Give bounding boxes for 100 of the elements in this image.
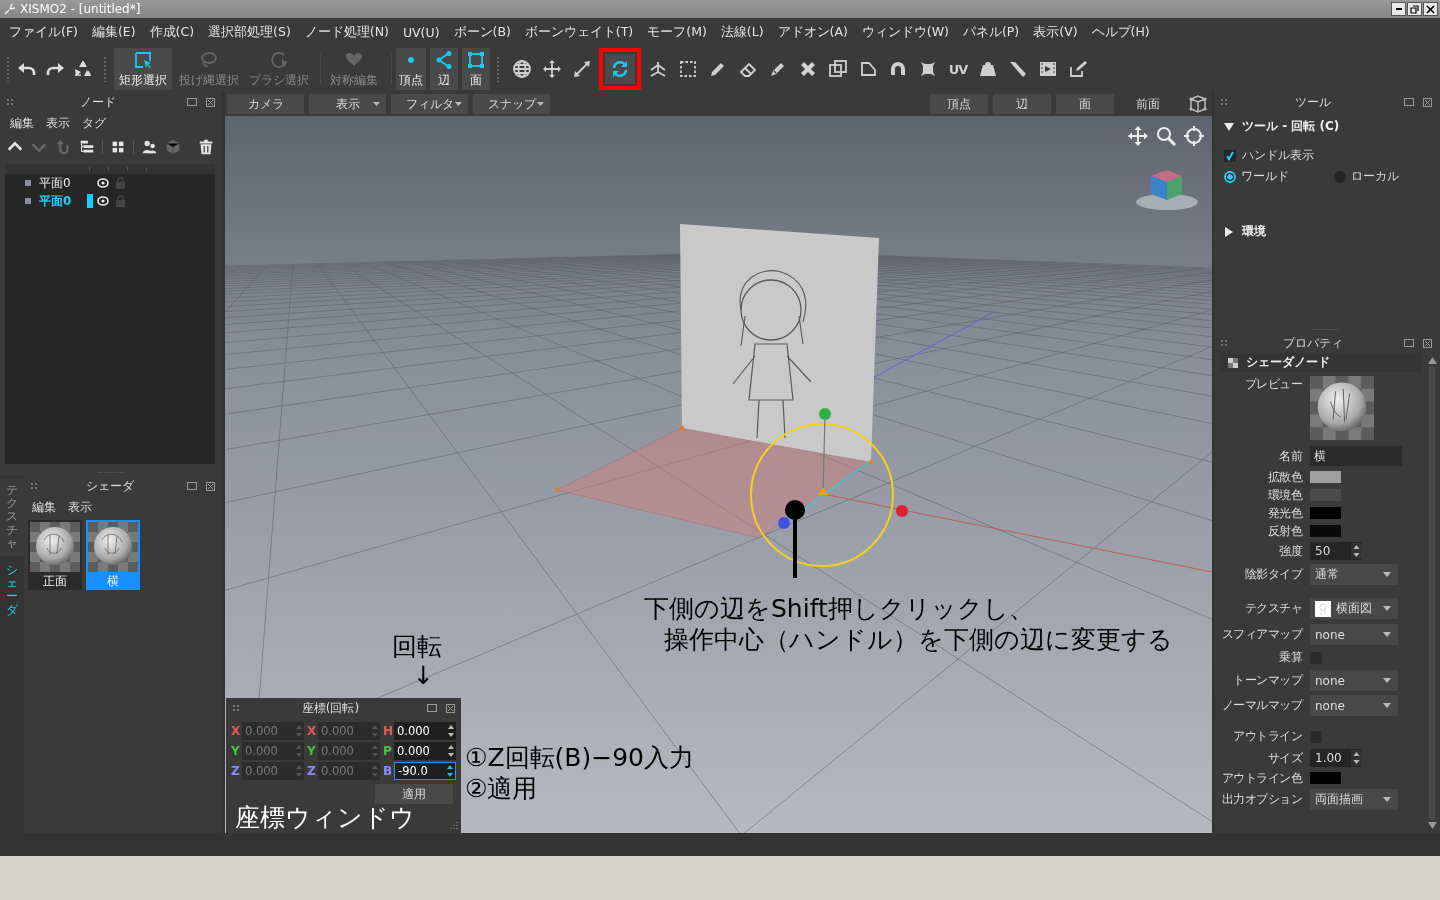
floor-plane[interactable] xyxy=(556,427,872,539)
viewport-menu-button[interactable]: フィルタ xyxy=(391,94,468,114)
shader-item[interactable]: 正面 xyxy=(28,520,82,590)
caret-icon xyxy=(537,102,544,106)
menu-item[interactable]: ノード処理(N) xyxy=(297,23,396,41)
scroll-down-icon[interactable] xyxy=(1427,822,1437,829)
recycle-icon[interactable] xyxy=(73,59,93,79)
node-item[interactable]: 平面0 xyxy=(5,192,215,210)
number-field[interactable]: 0.000 xyxy=(394,742,456,760)
section-header[interactable]: ツール - 回転 (C) xyxy=(1214,114,1438,139)
view-mode-button[interactable]: 頂点 xyxy=(930,94,988,114)
menu-item[interactable]: パネル(P) xyxy=(955,23,1027,41)
selection-mode-button[interactable]: 矩形選択 xyxy=(114,48,172,90)
section-header[interactable]: 環境 xyxy=(1214,219,1438,244)
zoom-icon[interactable] xyxy=(1156,126,1176,146)
people-icon[interactable] xyxy=(140,138,158,156)
toolbar-grip[interactable] xyxy=(496,56,500,82)
resize-grip-icon[interactable] xyxy=(449,821,458,830)
color-swatch[interactable] xyxy=(1310,471,1341,483)
toolbar-grip[interactable] xyxy=(103,56,107,82)
menu-item[interactable]: ヘルプ(H) xyxy=(1084,23,1157,41)
spin-arrows-icon[interactable] xyxy=(1351,543,1362,559)
panel-menu-item[interactable]: 編集 xyxy=(32,498,56,516)
menu-item[interactable]: UV(U) xyxy=(395,24,447,40)
close-button[interactable] xyxy=(1423,2,1438,16)
menu-item[interactable]: モーフ(M) xyxy=(640,23,714,41)
rotate-icon[interactable] xyxy=(605,54,635,84)
view-mode-button[interactable]: 辺 xyxy=(993,94,1051,114)
panel-grip[interactable] xyxy=(232,704,240,712)
dropdown[interactable]: 通常 xyxy=(1310,564,1398,585)
name-field[interactable]: 横 xyxy=(1310,446,1402,466)
axis-label: Y xyxy=(231,744,241,758)
toolbar-grip[interactable] xyxy=(6,56,10,82)
panel-menu-item[interactable]: 編集 xyxy=(10,114,34,132)
rotate-gizmo[interactable] xyxy=(750,408,908,567)
spin-arrows-icon[interactable] xyxy=(446,743,456,759)
spin-arrows-icon[interactable] xyxy=(1351,750,1362,766)
dropdown[interactable]: none xyxy=(1310,695,1398,716)
number-field[interactable]: 0.000 xyxy=(394,722,456,740)
property-label: 発光色 xyxy=(1266,504,1302,522)
uv-tool-button[interactable]: UV xyxy=(943,54,973,84)
orbit-icon[interactable] xyxy=(1184,126,1204,146)
spin-arrows-icon[interactable] xyxy=(446,723,456,739)
dropdown[interactable]: none xyxy=(1310,670,1398,691)
checkbox[interactable] xyxy=(1224,149,1236,162)
dropdown[interactable]: 横面図 xyxy=(1310,598,1398,619)
panel-menu-item[interactable]: 表示 xyxy=(46,114,70,132)
viewport-menu-button[interactable]: スナップ xyxy=(473,94,550,114)
menu-item[interactable]: ウィンドウ(W) xyxy=(854,23,956,41)
color-swatch[interactable] xyxy=(1310,525,1341,537)
radio-button[interactable] xyxy=(1224,170,1236,183)
maximize-button[interactable] xyxy=(185,480,199,492)
element-mode-button[interactable]: 辺 xyxy=(430,48,458,90)
panel-grip[interactable] xyxy=(1220,98,1228,106)
panel-menu-item[interactable]: タグ xyxy=(82,114,106,132)
caret-icon xyxy=(1383,703,1391,708)
maximize-button[interactable] xyxy=(1402,96,1416,108)
viewport-menu-button[interactable]: 表示 xyxy=(309,94,386,114)
number-field[interactable]: 1.00 xyxy=(1310,749,1362,767)
menu-item[interactable]: 選択部処理(S) xyxy=(201,23,298,41)
panel-grip[interactable] xyxy=(1220,339,1228,347)
menu-item[interactable]: 編集(E) xyxy=(84,23,143,41)
menu-item[interactable]: 表示(V) xyxy=(1026,23,1085,41)
eye-icon[interactable] xyxy=(97,178,109,188)
dropdown[interactable]: none xyxy=(1310,624,1398,645)
number-field[interactable]: 50 xyxy=(1310,542,1362,560)
menu-item[interactable]: ボーン(B) xyxy=(446,23,518,41)
pan-icon[interactable] xyxy=(1128,126,1148,146)
panel-menu-item[interactable]: 表示 xyxy=(68,498,92,516)
maximize-button[interactable] xyxy=(425,702,439,714)
axis-label: P xyxy=(383,744,393,758)
sketch-plane[interactable] xyxy=(680,224,879,462)
element-mode-button[interactable]: 頂点 xyxy=(396,48,426,90)
dropdown[interactable]: 両面描画 xyxy=(1310,789,1398,810)
menu-item[interactable]: ファイル(F) xyxy=(2,23,85,41)
scroll-up-icon[interactable] xyxy=(1427,357,1437,364)
property-label: 出力オプション xyxy=(1220,791,1302,808)
restore-button[interactable] xyxy=(1407,2,1422,16)
menu-item[interactable]: 法線(L) xyxy=(713,23,771,41)
element-mode-button[interactable]: 面 xyxy=(462,48,490,90)
view-mode-button[interactable]: 面 xyxy=(1056,94,1114,114)
eye-icon[interactable] xyxy=(97,196,109,206)
panel-grip[interactable] xyxy=(6,98,14,106)
menu-item[interactable]: ボーンウェイト(T) xyxy=(517,23,641,41)
number-field[interactable]: -90.0 xyxy=(394,762,456,780)
menu-item[interactable]: アドオン(A) xyxy=(770,23,855,41)
color-swatch[interactable] xyxy=(1310,772,1341,784)
apply-button[interactable]: 適用 xyxy=(375,784,453,804)
trash-icon[interactable] xyxy=(197,138,215,156)
viewport-menu-button[interactable]: カメラ xyxy=(227,94,304,114)
color-swatch[interactable] xyxy=(1310,507,1341,519)
node-item[interactable]: 平面0 xyxy=(5,174,215,192)
wireframe-cube-icon[interactable] xyxy=(1188,94,1208,114)
minimize-button[interactable] xyxy=(1391,2,1406,16)
maximize-button[interactable] xyxy=(1402,337,1416,349)
menu-item[interactable]: 作成(C) xyxy=(142,23,202,41)
panel-grip[interactable] xyxy=(30,482,38,490)
spin-arrows-icon[interactable] xyxy=(445,763,455,779)
side-tab[interactable]: テクスチャ xyxy=(0,478,24,556)
maximize-button[interactable] xyxy=(185,96,199,108)
